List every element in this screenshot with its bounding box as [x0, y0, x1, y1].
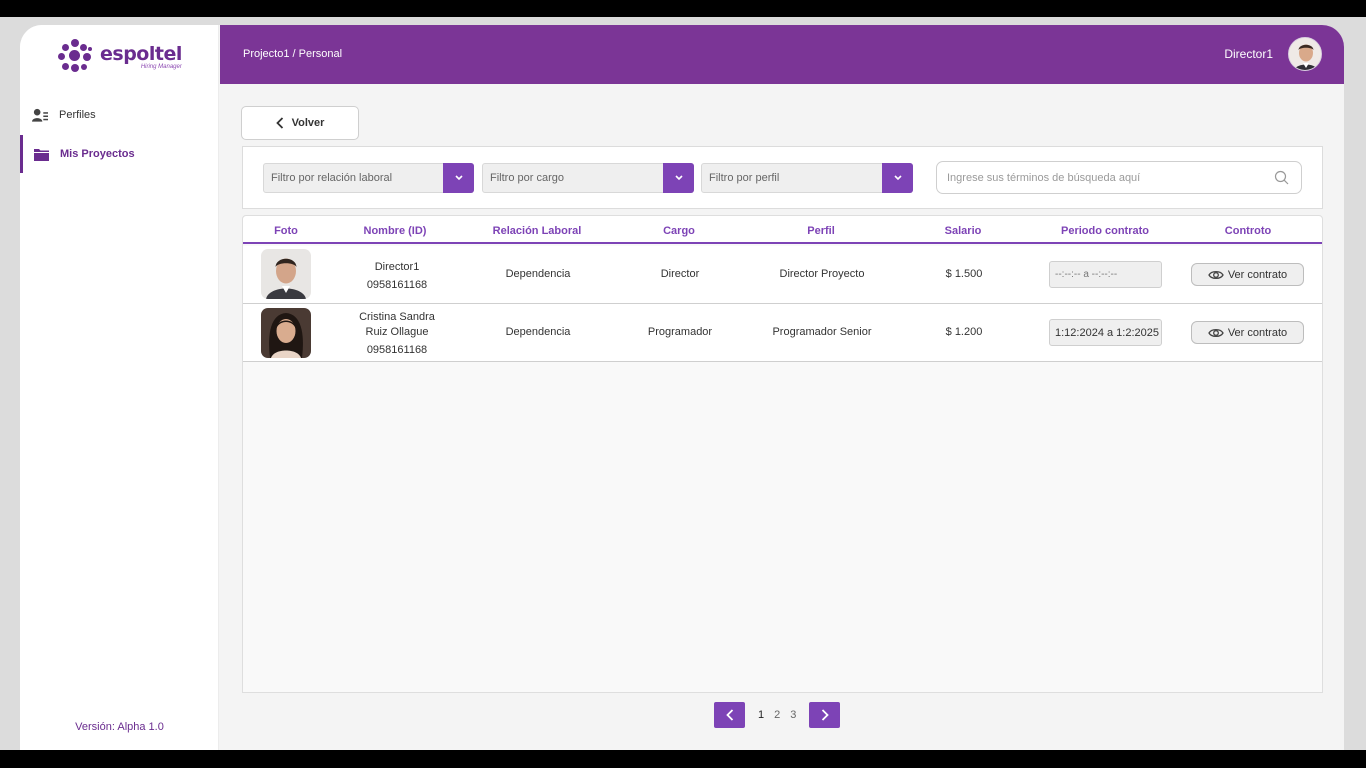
next-page-button[interactable] [809, 702, 841, 728]
chevron-down-icon[interactable] [882, 163, 913, 193]
logo-subtitle: Hiring Manager [140, 64, 182, 70]
search-input[interactable]: Ingrese sus términos de búsqueda aquí [936, 161, 1302, 194]
employee-name-cell: Director1 0958161168 [337, 258, 457, 294]
column-header: Nombre (ID) [363, 225, 427, 237]
chevron-down-icon[interactable] [663, 163, 694, 193]
folder-icon [33, 146, 49, 162]
column-header: Perfil [807, 225, 835, 237]
sidebar-item-label: Perfiles [59, 109, 96, 121]
table-header: Foto Nombre (ID) Relación Laboral Cargo … [243, 216, 1322, 244]
filter-relacion-label: Filtro por relación laboral [271, 172, 393, 184]
period-value: 1:12:2024 a 1:2:2025 [1055, 326, 1159, 339]
period-field[interactable]: 1:12:2024 a 1:2:2025 [1049, 319, 1162, 346]
personnel-table: Foto Nombre (ID) Relación Laboral Cargo … [242, 215, 1323, 693]
chevron-down-icon[interactable] [443, 163, 474, 193]
period-field[interactable]: --:--:-- a --:--:-- [1049, 261, 1162, 288]
filter-cargo-select[interactable]: Filtro por cargo [482, 163, 694, 193]
app-window: espoltel Hiring Manager Perfiles Mis Pro… [20, 25, 1344, 750]
window-frame: espoltel Hiring Manager Perfiles Mis Pro… [0, 17, 1366, 750]
column-header: Foto [274, 225, 298, 237]
column-header: Cargo [663, 225, 695, 237]
column-header: Controto [1224, 225, 1272, 237]
column-header: Relación Laboral [492, 225, 582, 237]
sidebar-item-label: Mis Proyectos [60, 148, 135, 160]
table-row: Director1 0958161168 Dependencia Directo… [243, 246, 1322, 304]
view-contract-label: Ver contrato [1227, 326, 1288, 339]
relacion-cell: Dependencia [505, 268, 571, 280]
employee-name: Cristina Sandra [359, 311, 435, 323]
employee-id: 0958161168 [366, 344, 428, 356]
employee-name: Director1 [374, 261, 420, 273]
perfil-cell: Director Proyecto [779, 268, 865, 280]
salario-cell: $ 1.200 [945, 326, 983, 338]
filter-perfil-label: Filtro por perfil [709, 172, 780, 184]
page-number-2[interactable]: 2 [774, 709, 780, 721]
salario-cell: $ 1.500 [945, 268, 983, 280]
chevron-left-icon [725, 709, 733, 721]
employee-photo [261, 249, 311, 299]
chevron-left-icon [275, 117, 283, 129]
page-number-3[interactable]: 3 [790, 709, 796, 721]
sidebar-item-perfiles[interactable]: Perfiles [20, 96, 219, 134]
back-button-label: Volver [291, 117, 325, 129]
search-icon[interactable] [1274, 170, 1289, 188]
filters-panel: Filtro por relación laboral Filtro por c… [242, 146, 1323, 209]
cargo-cell: Director [660, 268, 700, 280]
sidebar: espoltel Hiring Manager Perfiles Mis Pro… [20, 25, 219, 750]
chevron-right-icon [821, 709, 829, 721]
filter-perfil-select[interactable]: Filtro por perfil [701, 163, 913, 193]
page-number-1[interactable]: 1 [758, 709, 764, 721]
view-contract-label: Ver contrato [1227, 268, 1288, 281]
perfil-cell: Programador Senior [772, 326, 872, 338]
employee-photo [261, 308, 311, 358]
pagination: 1 2 3 [714, 702, 841, 728]
table-row: Cristina Sandra Ruiz Ollague 0958161168 … [243, 304, 1322, 362]
column-header: Salario [944, 225, 982, 237]
relacion-cell: Dependencia [505, 326, 571, 338]
cargo-cell: Programador [647, 326, 713, 338]
logo-text: espoltel [100, 43, 182, 65]
top-header: Projecto1 / Personal Director1 [220, 25, 1344, 84]
prev-page-button[interactable] [714, 702, 745, 728]
sidebar-item-mis-proyectos[interactable]: Mis Proyectos [20, 135, 219, 173]
logo-mark-icon [58, 39, 94, 75]
filter-cargo-label: Filtro por cargo [490, 172, 564, 184]
user-name: Director1 [1224, 47, 1273, 61]
user-list-icon [32, 107, 48, 123]
view-contract-button[interactable]: Ver contrato [1191, 263, 1304, 286]
back-button[interactable]: Volver [241, 106, 359, 140]
period-value: --:--:-- a --:--:-- [1055, 269, 1118, 280]
view-contract-button[interactable]: Ver contrato [1191, 321, 1304, 344]
avatar[interactable] [1288, 37, 1322, 71]
employee-id: 0958161168 [366, 279, 428, 291]
column-header: Periodo contrato [1060, 225, 1149, 237]
employee-name-cell: Cristina Sandra Ruiz Ollague 0958161168 [337, 310, 457, 358]
filter-relacion-select[interactable]: Filtro por relación laboral [263, 163, 474, 193]
breadcrumb: Projecto1 / Personal [243, 48, 343, 60]
eye-icon [1208, 270, 1224, 279]
logo: espoltel Hiring Manager [58, 39, 182, 75]
search-placeholder: Ingrese sus términos de búsqueda aquí [947, 171, 1141, 184]
version-label: Versión: Alpha 1.0 [75, 721, 164, 733]
eye-icon [1208, 328, 1224, 337]
employee-name-continued: Ruiz Ollague [365, 326, 429, 338]
